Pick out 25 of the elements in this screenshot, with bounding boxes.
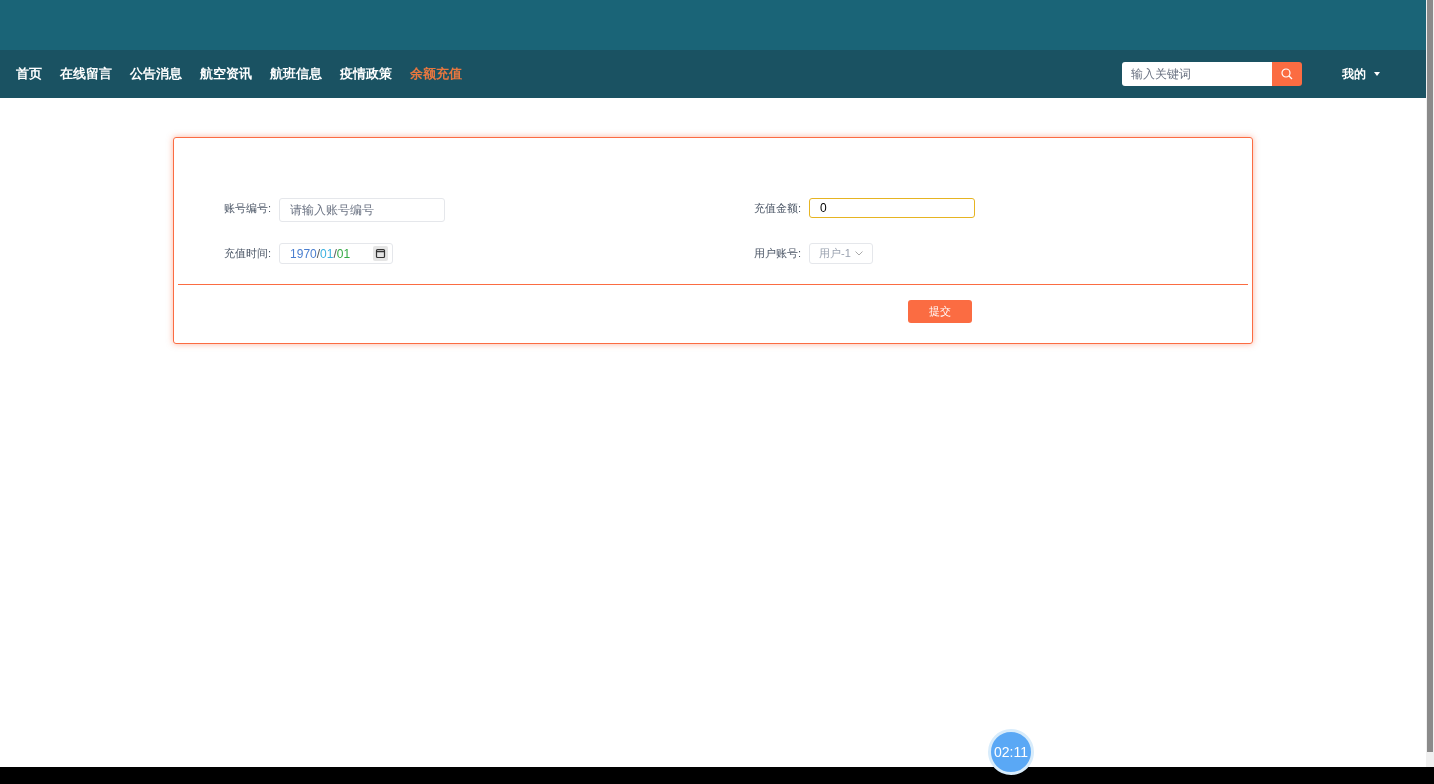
date-part-text: 1970: [290, 245, 317, 263]
date-part-text: 01: [320, 245, 334, 263]
nav-link[interactable]: 在线留言: [60, 64, 112, 84]
date-separator-text: /: [333, 245, 337, 263]
date-part-text: 01: [336, 245, 351, 263]
timer-badge: 02:11: [988, 729, 1034, 775]
field-label: 充值时间:: [224, 246, 272, 261]
user-menu[interactable]: 我的: [1342, 65, 1380, 83]
search-icon: [1281, 68, 1293, 80]
chevron-icon: [854, 251, 863, 256]
nav-link[interactable]: 疫情政策: [340, 64, 392, 84]
date-separator-text: /: [316, 245, 321, 263]
field-label: 账号编号:: [224, 201, 272, 216]
field-label: 用户账号:: [754, 246, 802, 261]
date-field[interactable]: 1970/01/01: [279, 243, 394, 264]
nav-link[interactable]: 首页: [16, 64, 42, 84]
nav-link[interactable]: 航班信息: [270, 64, 322, 84]
caret-icon: [1374, 72, 1380, 76]
nav-link[interactable]: 航空资讯: [200, 64, 252, 84]
input-field[interactable]: 请输入账号编号: [279, 198, 446, 222]
field-label: 充值金额:: [754, 201, 802, 216]
input-field[interactable]: 0: [809, 198, 976, 218]
nav-link[interactable]: 公告消息: [130, 64, 182, 84]
search-field[interactable]: 输入关键词: [1122, 62, 1272, 86]
calendar-icon[interactable]: [373, 246, 389, 261]
